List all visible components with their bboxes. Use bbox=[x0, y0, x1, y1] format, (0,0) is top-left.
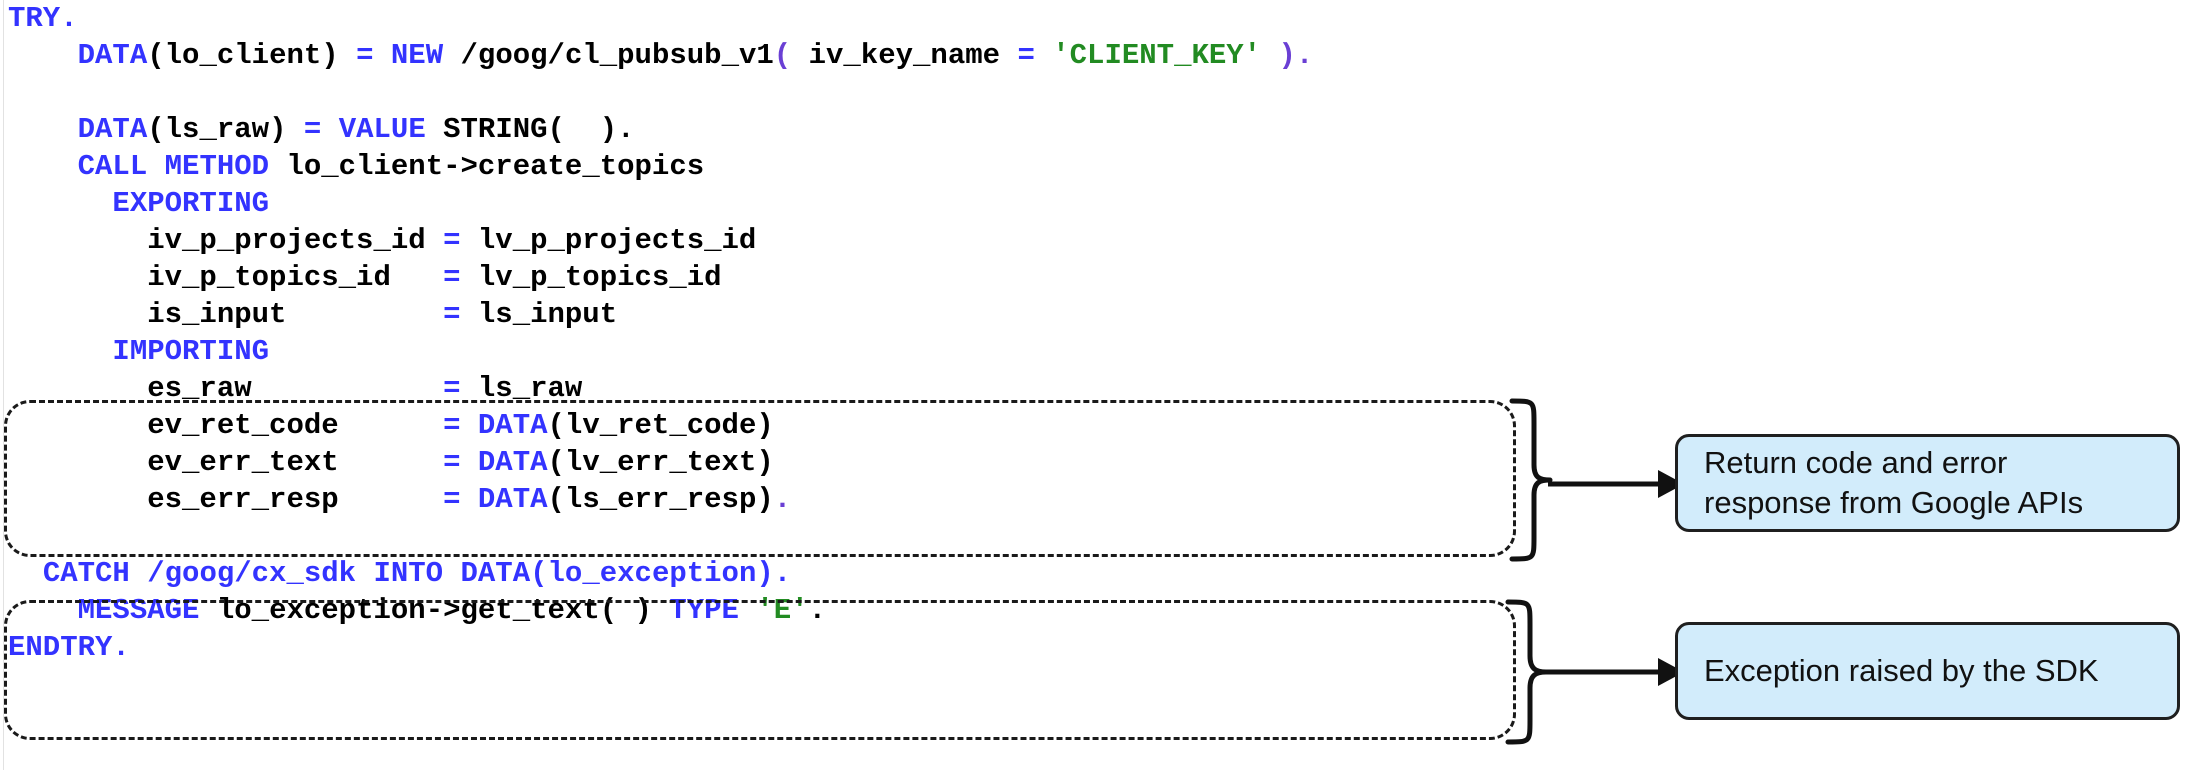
code-token: = bbox=[443, 224, 478, 257]
code-token: DATA bbox=[477, 446, 548, 479]
code-token: ls_raw bbox=[477, 372, 583, 405]
code-token: ev_ret_code bbox=[8, 409, 444, 442]
code-token: is_input bbox=[8, 298, 444, 331]
code-line: is_input = ls_input bbox=[0, 296, 1560, 333]
code-token: = bbox=[443, 261, 478, 294]
code-line bbox=[0, 74, 1560, 111]
arrow-to-exception-callout bbox=[1544, 658, 1684, 686]
code-token: (lo_client) bbox=[147, 39, 357, 72]
code-token: INTO bbox=[373, 557, 444, 590]
code-token: = bbox=[443, 483, 478, 516]
code-token: IMPORTING bbox=[112, 335, 270, 368]
code-token: CATCH bbox=[42, 557, 130, 590]
code-token: lo_exception->get_text( ) bbox=[199, 594, 670, 627]
code-token: /goog/cx_sdk bbox=[129, 557, 374, 590]
code-line: MESSAGE lo_exception->get_text( ) TYPE '… bbox=[0, 592, 1560, 629]
code-line: TRY. bbox=[0, 0, 1560, 37]
code-line: iv_p_topics_id = lv_p_topics_id bbox=[0, 259, 1560, 296]
code-line: CATCH /goog/cx_sdk INTO DATA(lo_exceptio… bbox=[0, 555, 1560, 592]
code-token: (lv_ret_code) bbox=[547, 409, 774, 442]
code-token: (lv_err_text) bbox=[547, 446, 774, 479]
code-token: TRY. bbox=[8, 2, 78, 35]
code-token: MESSAGE bbox=[77, 594, 200, 627]
code-token: (ls_raw) bbox=[147, 113, 304, 146]
code-token: es_raw bbox=[8, 372, 444, 405]
code-token: STRING( ). bbox=[425, 113, 635, 146]
code-line: iv_p_projects_id = lv_p_projects_id bbox=[0, 222, 1560, 259]
code-token: DATA bbox=[460, 557, 531, 590]
code-token: es_err_resp bbox=[8, 483, 444, 516]
code-line: CALL METHOD lo_client->create_topics bbox=[0, 148, 1560, 185]
code-token: = bbox=[1017, 39, 1053, 72]
callout-return-code: Return code and error response from Goog… bbox=[1675, 434, 2180, 532]
code-token: = bbox=[443, 446, 478, 479]
code-token: NEW bbox=[390, 39, 444, 72]
diagram-canvas: TRY. DATA(lo_client) = NEW /goog/cl_pubs… bbox=[0, 0, 2188, 770]
code-token: /goog/cl_pubsub_v1 bbox=[443, 39, 774, 72]
code-line: es_err_resp = DATA(ls_err_resp). bbox=[0, 481, 1560, 518]
code-token: = bbox=[443, 372, 478, 405]
code-token: ) bbox=[1261, 39, 1296, 72]
code-token: (lo_exception). bbox=[530, 557, 792, 590]
code-token: lv_p_topics_id bbox=[477, 261, 722, 294]
code-line: EXPORTING bbox=[0, 185, 1560, 222]
code-token: DATA bbox=[77, 113, 148, 146]
code-token: DATA bbox=[77, 39, 148, 72]
code-line bbox=[0, 518, 1560, 555]
code-token: ( bbox=[773, 39, 792, 72]
code-line: ENDTRY. bbox=[0, 629, 1560, 666]
code-token: = bbox=[303, 113, 339, 146]
code-token: . bbox=[773, 483, 792, 516]
code-line: IMPORTING bbox=[0, 333, 1560, 370]
callout-exception-label: Exception raised by the SDK bbox=[1704, 653, 2099, 688]
code-token: = bbox=[443, 409, 478, 442]
code-token: . bbox=[808, 594, 826, 627]
callout-return-code-label: Return code and error response from Goog… bbox=[1704, 445, 2084, 520]
code-token: iv_p_projects_id bbox=[8, 224, 444, 257]
code-token: iv_p_topics_id bbox=[8, 261, 444, 294]
code-token: (ls_err_resp) bbox=[547, 483, 774, 516]
code-token: EXPORTING bbox=[112, 187, 270, 220]
code-line: DATA(ls_raw) = VALUE STRING( ). bbox=[0, 111, 1560, 148]
code-token: lv_p_projects_id bbox=[477, 224, 757, 257]
code-token: lo_client->create_topics bbox=[269, 150, 705, 183]
code-token: ev_err_text bbox=[8, 446, 444, 479]
code-token: CALL METHOD bbox=[77, 150, 270, 183]
code-token: = bbox=[443, 298, 478, 331]
code-token: . bbox=[1295, 39, 1314, 72]
code-token: 'CLIENT_KEY' bbox=[1052, 39, 1262, 72]
code-line: ev_ret_code = DATA(lv_ret_code) bbox=[0, 407, 1560, 444]
code-token: = bbox=[356, 39, 391, 72]
code-line: DATA(lo_client) = NEW /goog/cl_pubsub_v1… bbox=[0, 37, 1560, 74]
code-line: es_raw = ls_raw bbox=[0, 370, 1560, 407]
code-token: VALUE bbox=[338, 113, 426, 146]
abap-code-block: TRY. DATA(lo_client) = NEW /goog/cl_pubs… bbox=[0, 0, 1560, 666]
code-token: TYPE bbox=[669, 594, 739, 627]
code-token: DATA bbox=[477, 483, 548, 516]
code-token: ls_input bbox=[477, 298, 618, 331]
code-token: 'E' bbox=[756, 594, 809, 627]
arrow-to-return-code-callout bbox=[1548, 470, 1684, 498]
code-token: iv_key_name bbox=[791, 39, 1018, 72]
code-line: ev_err_text = DATA(lv_err_text) bbox=[0, 444, 1560, 481]
callout-exception: Exception raised by the SDK bbox=[1675, 622, 2180, 720]
code-token: ENDTRY. bbox=[8, 631, 130, 664]
code-token: DATA bbox=[477, 409, 548, 442]
